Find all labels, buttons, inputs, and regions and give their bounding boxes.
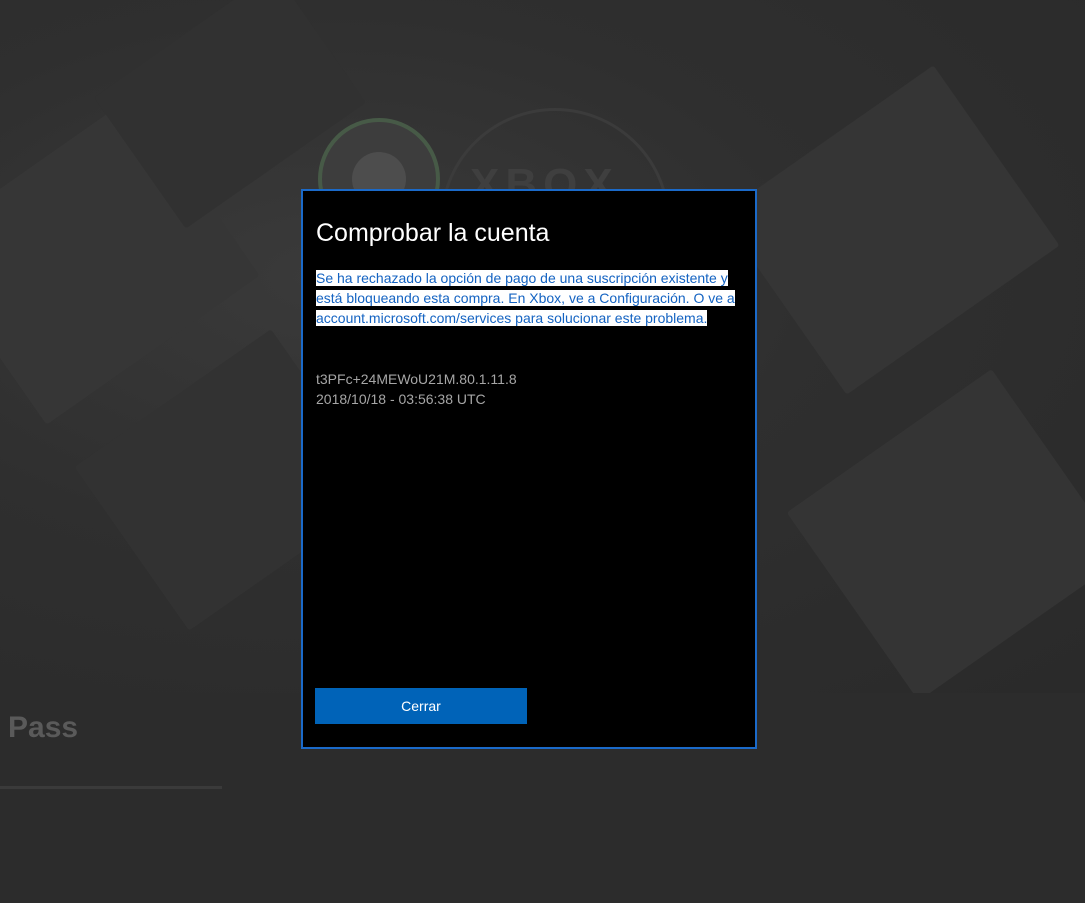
error-code: t3PFc+24MEWoU21M.80.1.11.8 — [316, 371, 517, 387]
error-details: t3PFc+24MEWoU21M.80.1.11.8 2018/10/18 - … — [316, 369, 517, 409]
account-check-dialog: Comprobar la cuenta Se ha rechazado la o… — [301, 189, 757, 749]
section-underline — [0, 786, 222, 789]
background-tile — [720, 65, 1060, 395]
dialog-message-container: Se ha rechazado la opción de pago de una… — [316, 268, 744, 328]
error-timestamp: 2018/10/18 - 03:56:38 UTC — [316, 391, 486, 407]
dialog-message: Se ha rechazado la opción de pago de una… — [316, 270, 735, 326]
dialog-title: Comprobar la cuenta — [316, 219, 550, 247]
background-tile — [786, 369, 1085, 693]
section-title: Pass — [8, 711, 79, 744]
close-button[interactable]: Cerrar — [315, 688, 527, 724]
